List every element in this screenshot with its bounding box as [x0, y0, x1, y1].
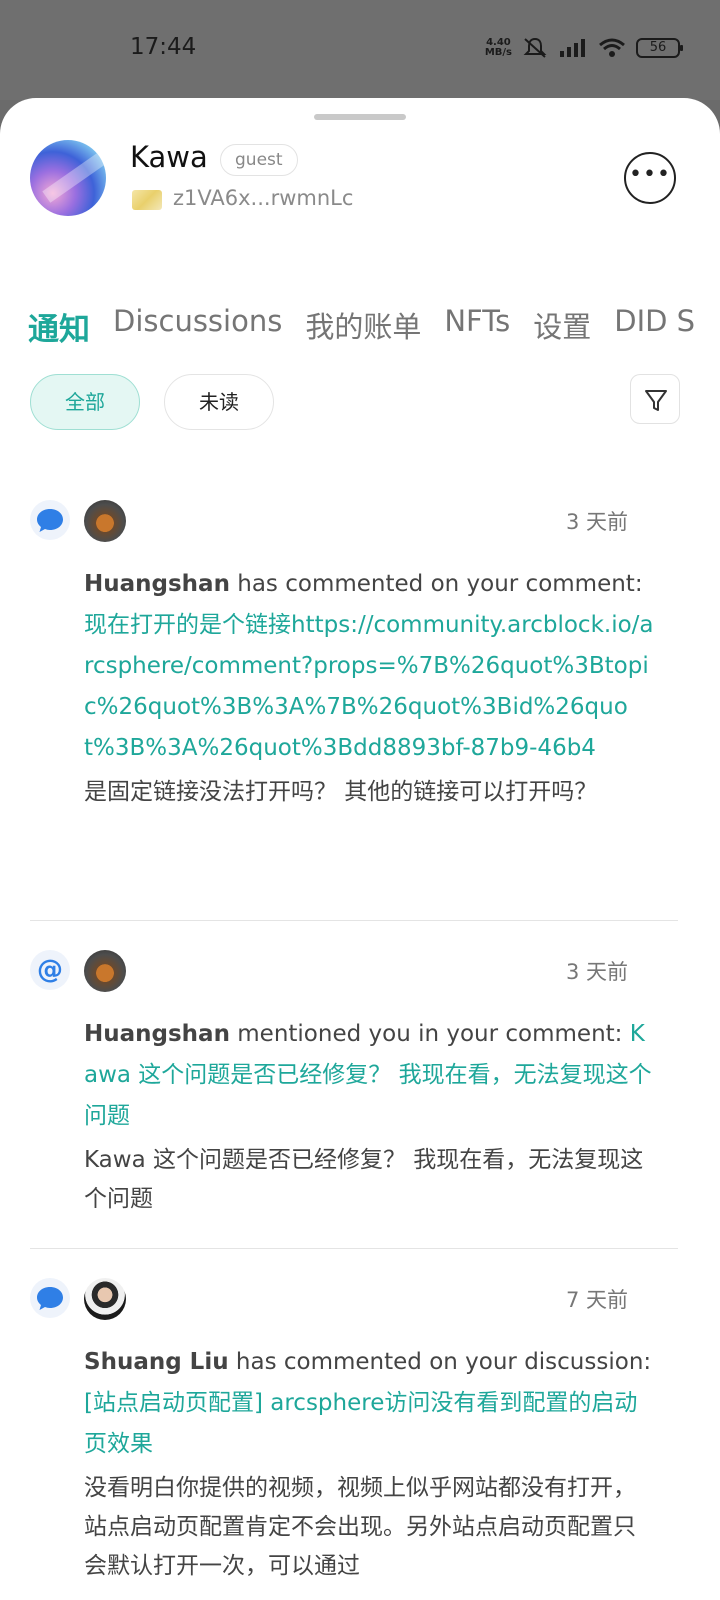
account-sheet: Kawa guest z1VA6x...rwmnLc ••• 通知 Discuss… — [0, 98, 720, 1600]
mention-type-icon: @ — [30, 950, 70, 990]
tab-discussions[interactable]: Discussions — [113, 304, 282, 338]
notification-action: has commented on your comment: — [229, 571, 643, 597]
notification-user[interactable]: Shuang Liu — [84, 1349, 229, 1375]
tab-did[interactable]: DID S — [614, 304, 695, 338]
notification-body: Huangshan has commented on your comment:… — [84, 564, 654, 812]
more-options-button[interactable]: ••• — [624, 152, 676, 204]
wifi-icon — [599, 38, 625, 57]
comment-type-icon — [30, 500, 70, 540]
notification-user[interactable]: Huangshan — [84, 571, 230, 597]
tab-my-bills[interactable]: 我的账单 — [305, 304, 421, 346]
user-avatar-shuang-liu[interactable] — [84, 1278, 126, 1320]
battery-indicator: 56 — [636, 38, 683, 58]
user-avatar-huangshan[interactable] — [84, 950, 126, 992]
notification-body: Huangshan mentioned you in your comment:… — [84, 1014, 654, 1219]
filter-all-chip[interactable]: 全部 — [30, 374, 140, 430]
notification-body: Shuang Liu has commented on your discuss… — [84, 1342, 654, 1586]
notification-time: 3 天前 — [565, 510, 628, 534]
notification-excerpt: Kawa 这个问题是否已经修复？ 我现在看，无法复现这个问题 — [84, 1147, 644, 1212]
tab-settings[interactable]: 设置 — [533, 304, 591, 346]
notification-user[interactable]: Huangshan — [84, 1021, 230, 1047]
user-avatar[interactable] — [30, 140, 106, 216]
status-bar: 17:44 4.40 MB/s 56 — [0, 0, 720, 100]
did-badge-icon — [132, 190, 162, 210]
user-avatar-huangshan[interactable] — [84, 500, 126, 542]
notification-action: has commented on your discussion: — [228, 1349, 652, 1375]
notification-item[interactable]: 3 天前 Huangshan has commented on your com… — [30, 500, 678, 920]
filter-button[interactable] — [630, 374, 680, 424]
filter-unread-chip[interactable]: 未读 — [164, 374, 274, 430]
notification-item[interactable]: @ 3 天前 Huangshan mentioned you in your c… — [30, 950, 678, 1246]
notification-link[interactable]: 现在打开的是个链接https://community.arcblock.io/a… — [84, 612, 654, 761]
user-name: Kawa — [130, 140, 208, 174]
role-badge: guest — [220, 144, 298, 176]
notification-time: 3 天前 — [565, 960, 628, 984]
tab-notifications[interactable]: 通知 — [28, 304, 90, 349]
notification-excerpt: 没看明白你提供的视频，视频上似乎网站都没有打开，站点启动页配置肯定不会出现。另外… — [84, 1475, 636, 1579]
sheet-drag-handle[interactable] — [314, 114, 406, 120]
wallet-address[interactable]: z1VA6x...rwmnLc — [173, 186, 353, 210]
network-speed: 4.40 MB/s — [484, 37, 512, 58]
status-icons: 4.40 MB/s 56 — [484, 36, 683, 60]
signal-icon — [560, 39, 585, 57]
filter-icon — [645, 390, 667, 411]
notification-time: 7 天前 — [565, 1288, 628, 1312]
section-tabs: 通知 Discussions 我的账单 NFTs 设置 DID S — [28, 304, 720, 354]
profile-header: Kawa guest z1VA6x...rwmnLc ••• — [30, 140, 690, 216]
notification-item[interactable]: 7 天前 Shuang Liu has commented on your di… — [30, 1278, 678, 1600]
svg-text:@: @ — [37, 955, 63, 985]
notification-link[interactable]: [站点启动页配置] arcsphere访问没有看到配置的启动页效果 — [84, 1390, 637, 1457]
notification-action: mentioned you in your comment: — [229, 1021, 630, 1047]
divider — [30, 1248, 678, 1249]
mute-bell-icon — [523, 37, 547, 58]
divider — [30, 920, 678, 921]
notification-excerpt: 是固定链接没法打开吗？ 其他的链接可以打开吗？ — [84, 779, 598, 805]
filter-bar: 全部 未读 — [30, 374, 680, 430]
more-icon: ••• — [629, 162, 671, 187]
comment-type-icon — [30, 1278, 70, 1318]
tab-nfts[interactable]: NFTs — [444, 304, 510, 338]
status-time: 17:44 — [130, 34, 197, 60]
